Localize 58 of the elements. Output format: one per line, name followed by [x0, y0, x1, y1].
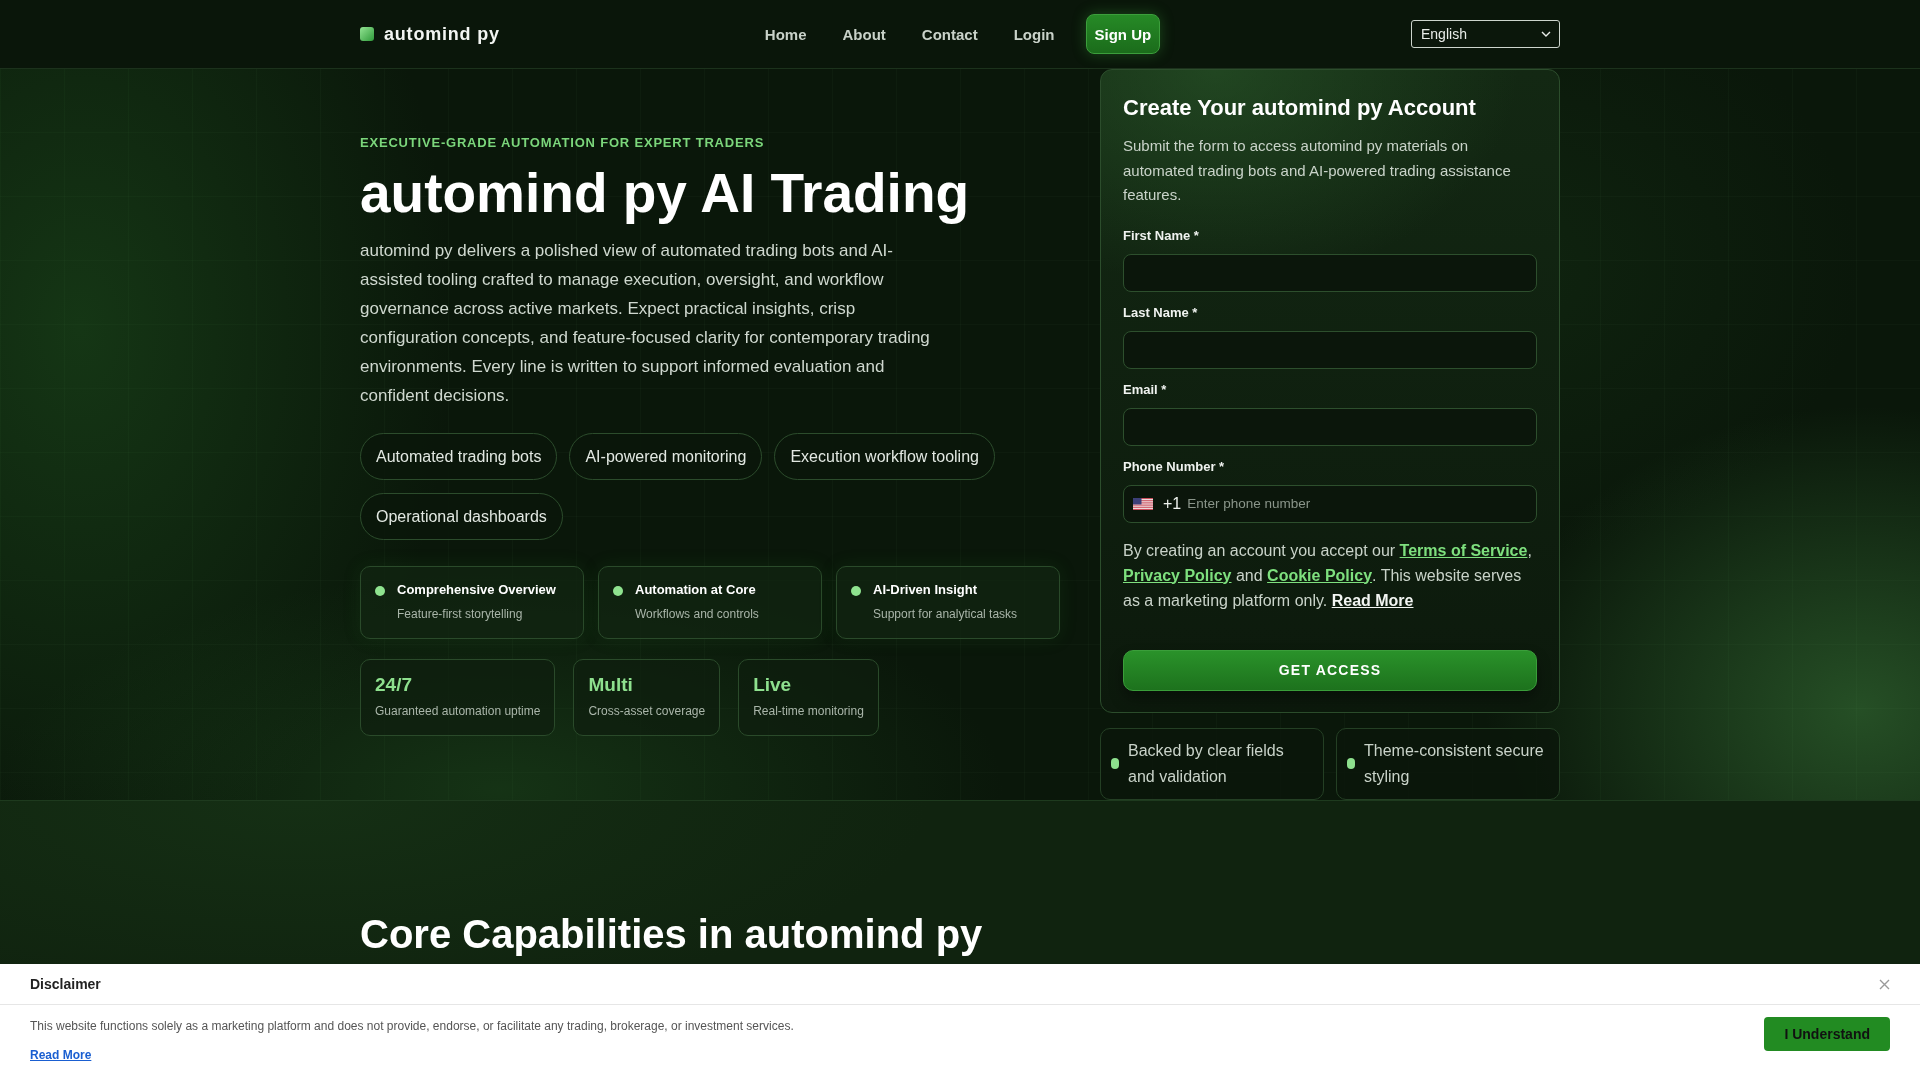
- text-field[interactable]: [1123, 253, 1537, 292]
- policy-link[interactable]: Terms of Service: [1399, 541, 1528, 559]
- feature-subtitle: Support for analytical tasks: [873, 606, 1018, 622]
- feature-title: Automation at Core: [635, 581, 756, 599]
- hero-title: automind py AI Trading: [360, 162, 971, 224]
- eyebrow-text: EXECUTIVE-GRADE AUTOMATION FOR EXPERT TRADERS: [360, 135, 766, 151]
- nav-link[interactable]: Contact: [916, 25, 983, 43]
- chevron-down-icon: [1541, 31, 1551, 37]
- read-more-link[interactable]: Read More: [1331, 591, 1414, 609]
- text-field[interactable]: [1123, 330, 1537, 369]
- field-label: Last Name *: [1123, 304, 1198, 321]
- field-label: Phone Number *: [1123, 458, 1225, 475]
- stat-label: Guaranteed automation uptime: [375, 703, 541, 719]
- consent-text: By creating an account you accept our Terms of Service, Privacy Policy and Cookie Policy. This website serves as a marketing platform only. Read More: [1123, 540, 1533, 611]
- dial-code: +1: [1163, 494, 1182, 513]
- feature-title: AI-Driven Insight: [873, 581, 977, 599]
- section-title: Core Capabilities in automind py: [360, 911, 983, 958]
- field-label: Email *: [1123, 381, 1167, 398]
- stat-value: 24/7: [375, 674, 412, 696]
- phone-field[interactable]: +1 Enter phone number: [1123, 484, 1537, 523]
- dot-icon: [613, 586, 623, 596]
- stat-label: Real-time monitoring: [753, 703, 864, 719]
- feature-tag: AI-powered monitoring: [569, 433, 763, 480]
- form-title: Create Your automind py Account: [1123, 94, 1477, 122]
- feature-title: Comprehensive Overview: [397, 581, 556, 599]
- info-text: Theme-consistent secure styling: [1364, 740, 1545, 787]
- stat-value: Live: [753, 674, 792, 696]
- stat-value: Multi: [588, 674, 633, 696]
- dot-icon: [375, 586, 385, 596]
- stat-label: Cross-asset coverage: [588, 703, 706, 719]
- close-icon[interactable]: [1879, 978, 1890, 990]
- nav-link[interactable]: Login: [1008, 25, 1060, 43]
- policy-link[interactable]: Cookie Policy: [1267, 566, 1373, 584]
- policy-link[interactable]: Privacy Policy: [1123, 566, 1232, 584]
- disclaimer-text: This website functions solely as a marketing platform and does not provide, endorse, or facilitate any trading, brokerage, or investment services.: [30, 1018, 794, 1035]
- feature-subtitle: Workflows and controls: [635, 606, 759, 622]
- logo-icon: [360, 27, 374, 41]
- feature-tag: Automated trading bots: [360, 433, 558, 480]
- phone-input[interactable]: Enter phone number: [1187, 490, 1528, 517]
- dot-icon: [851, 586, 861, 596]
- nav-link[interactable]: Home: [759, 25, 812, 43]
- language-select[interactable]: English: [1411, 20, 1560, 48]
- hero-description: automind py delivers a polished view of automated trading bots and AI-assisted tooling crafted to manage execution, oversight, and workflow governance across active markets. Expect practical insights, crisp configuration concepts, and feature-focused clarity for contemporary trading environments. Every line is written to support informed evaluation and confident decisions.: [360, 240, 931, 407]
- read-more-link[interactable]: Read More: [30, 1046, 92, 1064]
- logo-text[interactable]: automind py: [384, 23, 500, 45]
- feature-subtitle: Feature-first storytelling: [397, 606, 523, 622]
- disclaimer-title: Disclaimer: [30, 976, 101, 992]
- understand-button[interactable]: I Understand: [1764, 1017, 1890, 1051]
- field-label: First Name *: [1123, 227, 1199, 244]
- signup-button[interactable]: Sign Up: [1085, 14, 1161, 54]
- info-text: Backed by clear fields and validation: [1128, 740, 1285, 787]
- nav-link[interactable]: About: [837, 25, 891, 43]
- feature-tag: Execution workflow tooling: [774, 433, 995, 480]
- submit-button[interactable]: GET ACCESS: [1123, 649, 1537, 691]
- form-description: Submit the form to access automind py materials on automated trading bots and AI-powered trading assistance features.: [1123, 136, 1512, 205]
- text-field[interactable]: [1123, 407, 1537, 446]
- feature-tag: Operational dashboards: [360, 493, 563, 540]
- flag-icon: [1133, 497, 1153, 510]
